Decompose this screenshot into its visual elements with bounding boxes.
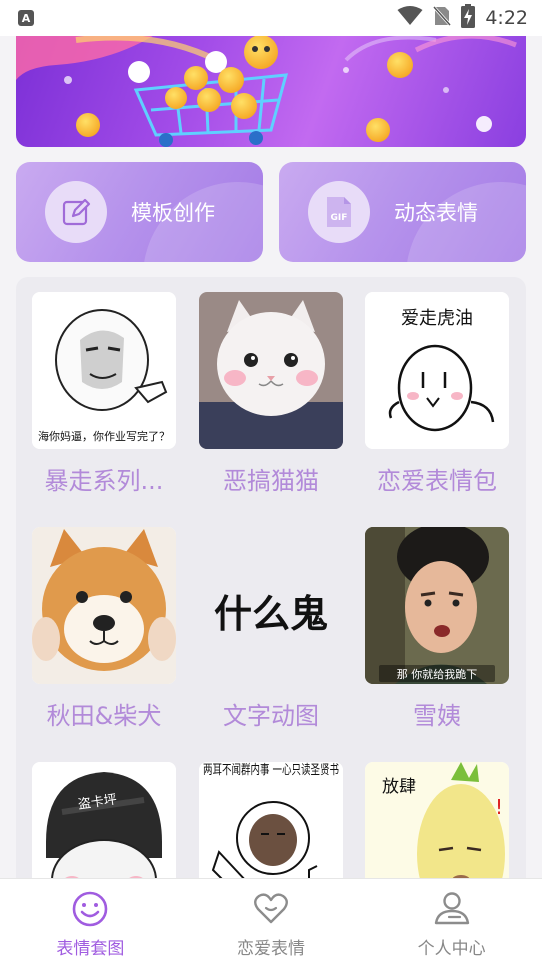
nav-tab-emoji-sets[interactable]: 表情套图 (0, 879, 181, 963)
grid-item-love-emoji[interactable]: 爱走虎油 恋爱表情包 (365, 292, 509, 496)
nav-tab-label: 恋爱表情 (237, 939, 305, 959)
app-screen: A 4:22 模板创作 GIF 动态表情 海你妈逼，你作业写完了？ 暴走系列..… (0, 0, 542, 963)
reading-caption: 两耳不闻群内事 一心只读圣贤书 (203, 762, 339, 778)
baozou-thumbnail: 海你妈逼，你作业写完了？ (32, 292, 176, 449)
template-create-button[interactable]: 模板创作 (16, 162, 263, 262)
cat-thumbnail (199, 292, 343, 449)
person-icon (433, 890, 471, 932)
gif-icon: GIF (308, 181, 370, 243)
grid-item-label: 雪姨 (413, 702, 461, 730)
no-sim-icon (432, 4, 453, 31)
animated-emoji-label: 动态表情 (394, 201, 478, 225)
nav-tab-profile[interactable]: 个人中心 (361, 879, 542, 963)
text-gif-thumbnail: 什么鬼 (199, 527, 343, 684)
grid-item-label: 文字动图 (223, 702, 319, 730)
svg-text:!: ! (495, 795, 503, 819)
grid-item-text-gif[interactable]: 什么鬼 文字动图 (199, 527, 343, 731)
shiba-thumbnail (32, 527, 176, 684)
svg-text:GIF: GIF (331, 213, 348, 223)
bottom-nav: 表情套图 恋爱表情 个人中心 (0, 878, 542, 963)
grid-item-label: 暴走系列... (44, 467, 164, 495)
promo-banner[interactable] (16, 20, 526, 147)
grid-item-funny-cat[interactable]: 恶搞猫猫 (199, 292, 343, 496)
xueyi-caption: 那 你就给我跪下 (397, 667, 478, 681)
status-bar: A 4:22 (0, 0, 542, 36)
baozou-caption: 海你妈逼，你作业写完了？ (38, 429, 170, 443)
text-gif-caption: 什么鬼 (214, 591, 328, 636)
nav-tab-label: 个人中心 (417, 939, 486, 959)
smiley-icon (71, 890, 109, 932)
battery-charging-icon (461, 4, 476, 32)
love-emoji-caption: 爱走虎油 (401, 308, 473, 329)
xueyi-thumbnail: 那 你就给我跪下 (365, 527, 509, 684)
nav-tab-label: 表情套图 (56, 939, 125, 959)
emoji-set-grid: 海你妈逼，你作业写完了？ 暴走系列... 恶搞猫猫 爱走虎油 恋爱表情包 秋田&… (16, 277, 526, 919)
grid-item-xueyi[interactable]: 那 你就给我跪下 雪姨 (365, 527, 509, 731)
grid-item-label: 恶搞猫猫 (223, 467, 319, 495)
grid-item-shiba[interactable]: 秋田&柴犬 (32, 527, 176, 731)
fangsi-caption: 放肆 (382, 777, 416, 797)
status-time: 4:22 (485, 7, 528, 29)
animated-emoji-button[interactable]: GIF 动态表情 (279, 162, 526, 262)
grid-item-baozou[interactable]: 海你妈逼，你作业写完了？ 暴走系列... (32, 292, 176, 496)
nav-tab-love-emoji[interactable]: 恋爱表情 (181, 879, 362, 963)
edit-icon (45, 181, 107, 243)
app-notification-icon: A (18, 10, 34, 26)
wifi-icon (397, 6, 423, 30)
grid-item-label: 恋爱表情包 (377, 467, 497, 495)
heart-icon (252, 890, 290, 932)
grid-item-label: 秋田&柴犬 (46, 702, 162, 730)
love-emoji-thumbnail: 爱走虎油 (365, 292, 509, 449)
template-create-label: 模板创作 (131, 201, 215, 225)
